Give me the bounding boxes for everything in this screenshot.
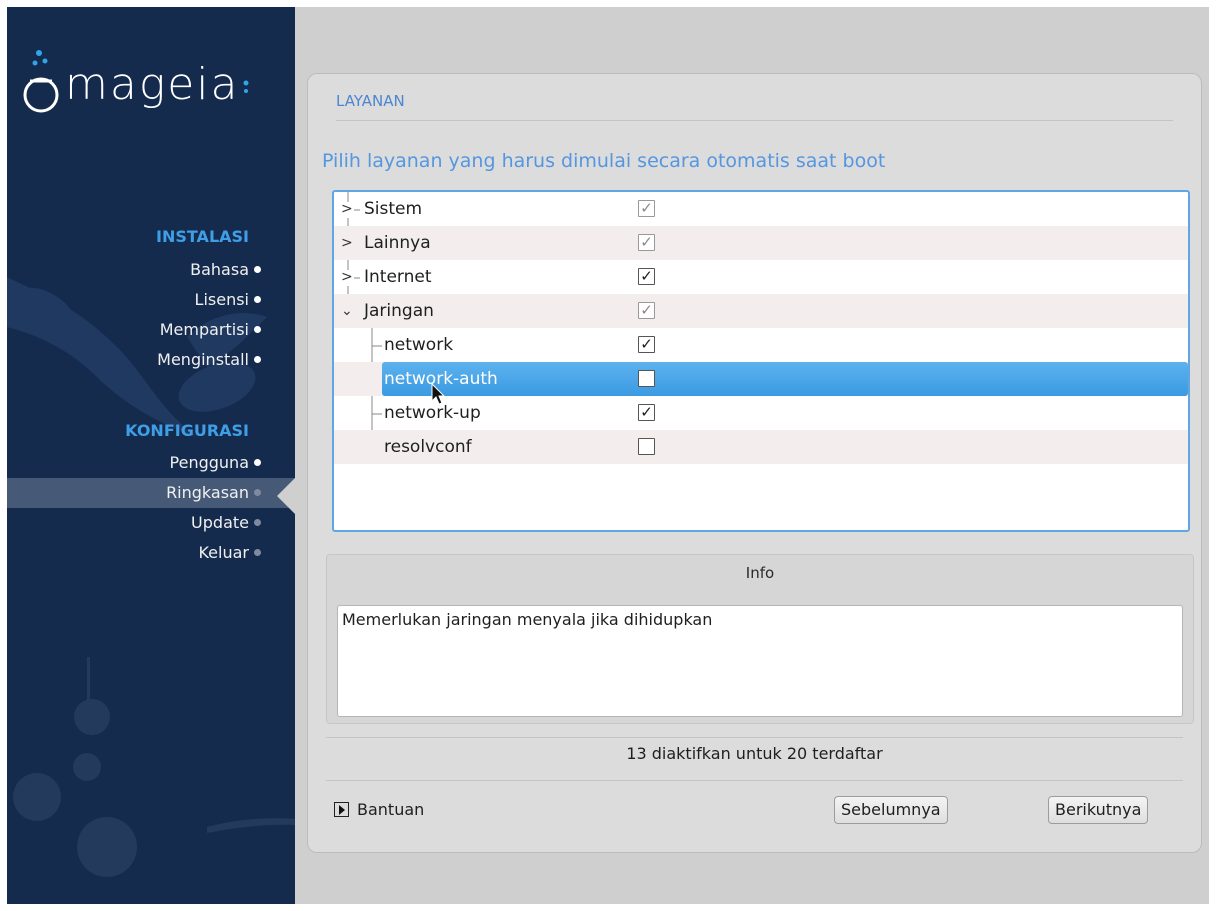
nav-item-mempartisi: Mempartisi [7,315,261,345]
services-panel: LAYANAN Pilih layanan yang harus dimulai… [307,73,1202,853]
nav-item-menginstall: Menginstall [7,345,261,375]
tree-row-network[interactable]: network ✓ [334,328,1188,362]
nav-item-keluar: Keluar [7,538,261,568]
service-checkbox[interactable]: ✓ [638,234,655,251]
tree-row-lainnya[interactable]: > Lainnya ✓ [334,226,1188,260]
services-status: 13 diaktifkan untuk 20 terdaftar [626,744,883,763]
tree-row-resolvconf[interactable]: resolvconf [334,430,1188,464]
service-checkbox[interactable]: ✓ [638,336,655,353]
page-subtitle: Pilih layanan yang harus dimulai secara … [322,150,886,172]
nav-item-lisensi: Lisensi [7,285,261,315]
tree-row-label: resolvconf [384,437,472,457]
tree-row-network-auth[interactable]: network-auth [334,362,1188,396]
nav-status-dot [254,356,261,363]
nav-item-pengguna: Pengguna [7,448,261,478]
page-title: LAYANAN [336,92,405,110]
help-toggle[interactable]: Bantuan [334,798,424,820]
service-checkbox[interactable]: ✓ [638,268,655,285]
previous-button[interactable]: Sebelumnya [834,796,948,824]
nav-item-ringkasan: Ringkasan [7,478,295,508]
expand-arrow-icon[interactable]: > [341,226,353,260]
tree-row-jaringan[interactable]: ⌄ Jaringan ✓ [334,294,1188,328]
installer-window: mageia INSTALASI Bahasa Lisensi Memparti… [7,7,1209,904]
mouse-cursor-icon [431,383,446,405]
nav-status-dot [254,489,261,496]
nav-section-konfigurasi: KONFIGURASI [125,421,249,440]
nav-item-update: Update [7,508,261,538]
nav-status-dot [254,459,261,466]
collapse-arrow-icon[interactable]: ⌄ [341,294,353,328]
brand-name: mageia [65,59,240,110]
tree-row-label: network [384,335,454,355]
active-step-pointer [277,478,295,514]
expand-arrow-icon[interactable]: > [341,260,353,294]
nav-item-bahasa: Bahasa [7,255,261,285]
nav-status-dot [254,326,261,333]
tree-row-internet[interactable]: > Internet ✓ [334,260,1188,294]
nav-status-dot [254,266,261,273]
tree-row-label: Sistem [364,199,423,219]
nav-item-label: Menginstall [157,350,249,369]
divider [326,780,1183,781]
service-checkbox[interactable] [638,438,655,455]
info-title: Info [745,564,775,582]
service-checkbox[interactable]: ✓ [638,404,655,421]
nav-item-label: Update [191,513,249,532]
selection-highlight [382,362,1188,396]
services-tree[interactable]: > Sistem ✓ > Lainnya ✓ > Internet ✓ ⌄ Ja… [332,190,1190,532]
nav-item-label: Ringkasan [166,483,249,502]
nav-status-dot [254,296,261,303]
nav-status-dot [254,549,261,556]
sidebar: mageia INSTALASI Bahasa Lisensi Memparti… [7,7,295,904]
tree-row-label: Internet [364,267,432,287]
tree-row-label: Lainnya [364,233,431,253]
nav-status-dot [254,519,261,526]
service-checkbox[interactable]: ✓ [638,302,655,319]
tree-row-label: Jaringan [364,301,434,321]
info-box: Info Memerlukan jaringan menyala jika di… [326,554,1194,724]
help-label: Bantuan [357,799,425,819]
triangle-right-icon [334,801,349,817]
nav-item-label: Pengguna [169,453,249,472]
service-checkbox[interactable]: ✓ [638,200,655,217]
title-divider [336,120,1173,121]
nav-item-label: Keluar [198,543,249,562]
divider [326,737,1183,738]
nav-item-label: Lisensi [194,290,249,309]
service-checkbox[interactable] [638,370,655,387]
info-text: Memerlukan jaringan menyala jika dihidup… [337,605,1183,717]
nav-item-label: Bahasa [190,260,249,279]
nav-section-instalasi: INSTALASI [156,227,249,246]
expand-arrow-icon[interactable]: > [341,192,353,226]
nav-item-label: Mempartisi [159,320,249,339]
tree-row-sistem[interactable]: > Sistem ✓ [334,192,1188,226]
next-button[interactable]: Berikutnya [1048,796,1149,824]
tree-row-network-up[interactable]: network-up ✓ [334,396,1188,430]
